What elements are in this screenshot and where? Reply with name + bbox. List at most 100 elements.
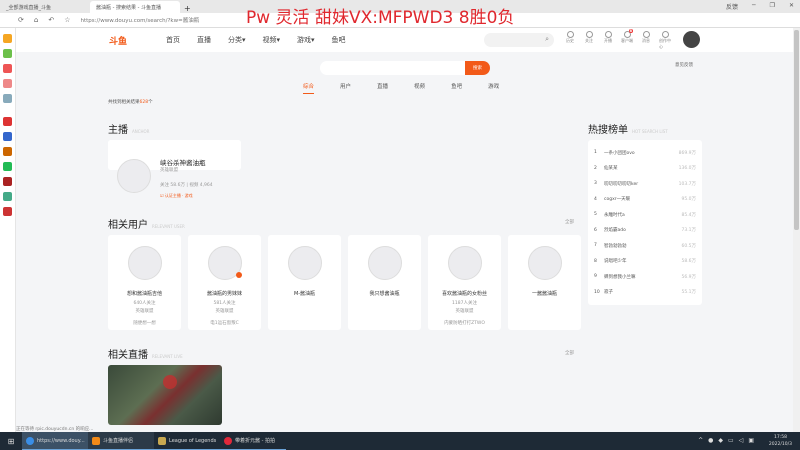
main-search-input[interactable]: 搜索: [320, 61, 490, 75]
tab-games[interactable]: 游戏: [488, 82, 499, 94]
hot-search-list: 1 一条小团团ovo 869.9万 2 仙某某 136.0万 3 叨叨叨叨叨叨ker 103…: [588, 140, 702, 305]
maximize-button[interactable]: ❐: [770, 2, 775, 11]
close-button[interactable]: ✕: [789, 2, 794, 11]
browser-tab-active[interactable]: 酱油瓶 - 搜索结果 - 斗鱼直播: [90, 1, 180, 13]
tab-all[interactable]: 综合: [303, 82, 315, 94]
hot-item[interactable]: 4 cogxr一天暖 95.0万: [594, 192, 696, 208]
app-icon[interactable]: [3, 64, 12, 73]
taskbar-item-browser[interactable]: https://www.douy...: [22, 432, 88, 450]
game-icon[interactable]: [3, 147, 12, 156]
system-tray: ^ ● ◆ ▭ ◁ ▣: [698, 437, 754, 444]
follow-button[interactable]: 关注: [583, 30, 595, 50]
wechat-icon[interactable]: [3, 49, 12, 58]
new-tab-button[interactable]: +: [180, 4, 195, 13]
hot-item[interactable]: 2 仙某某 136.0万: [594, 161, 696, 177]
live-more-link[interactable]: 全部: [565, 350, 574, 356]
game-icon[interactable]: [3, 132, 12, 141]
undo-icon[interactable]: ↶: [48, 16, 54, 24]
user-avatar: [127, 246, 162, 280]
client-button[interactable]: 客户端 8: [621, 28, 633, 50]
anchor-tag: ☑ 认证主播 · 游戏: [160, 193, 193, 198]
user-card[interactable]: 喜欢酱油瓶的女粉丝 1187人关注 英雄联盟 内蒙防晒打打ZTWO: [428, 235, 501, 330]
taskbar-item-lol[interactable]: League of Legends: [154, 432, 220, 450]
steam-icon[interactable]: ◆: [718, 437, 723, 444]
user-card[interactable]: 想和酱油瓶吉他 640人关注 英雄联盟 随便想一想: [108, 235, 181, 330]
hot-item[interactable]: 5 永雕时代a 85.4万: [594, 207, 696, 223]
client-badge: 8: [628, 28, 633, 33]
hot-item[interactable]: 10 寂子 55.1万: [594, 285, 696, 301]
nav-category[interactable]: 分类▾: [228, 35, 246, 45]
creator-icon: [661, 30, 669, 38]
nav-games[interactable]: 游戏▾: [297, 35, 315, 45]
nav-home[interactable]: 首页: [166, 35, 180, 45]
refresh-icon[interactable]: ⟳: [18, 16, 24, 24]
browser-sidebar: [0, 28, 16, 432]
anchor-avatar[interactable]: [117, 159, 151, 193]
search-button[interactable]: 搜索: [465, 61, 490, 75]
nav-video[interactable]: 视频▾: [263, 35, 281, 45]
user-avatar[interactable]: [683, 31, 700, 48]
game-icon[interactable]: [3, 177, 12, 186]
app-icon[interactable]: [3, 79, 12, 88]
hot-item[interactable]: 1 一条小团团ovo 869.9万: [594, 145, 696, 161]
favorites-icon[interactable]: [3, 34, 12, 43]
star-icon[interactable]: ☆: [64, 16, 70, 24]
users-more-link[interactable]: 全部: [565, 219, 574, 225]
anchor-card-body[interactable]: 峡谷杀神酱油瓶 英雄联盟: [108, 140, 241, 193]
hot-item[interactable]: 3 叨叨叨叨叨叨ker 103.7万: [594, 176, 696, 192]
hot-item[interactable]: 8 说唱吧少年 58.6万: [594, 254, 696, 270]
game-icon[interactable]: [3, 192, 12, 201]
user-avatar: [287, 246, 322, 280]
live-section-title: 相关直播 RELEVANT LIVE: [108, 350, 183, 361]
overlay-text: Pw 灵活 甜妹VX:MFPWD3 8胜0负: [246, 8, 515, 28]
douyu-logo[interactable]: 斗鱼: [109, 34, 141, 47]
tab-users[interactable]: 用户: [340, 82, 351, 94]
tab-live[interactable]: 直播: [377, 82, 388, 94]
message-button[interactable]: 消息: [640, 30, 652, 50]
system-clock[interactable]: 17:58 2022/10/3: [769, 434, 792, 448]
user-list: 想和酱油瓶吉他 640人关注 英雄联盟 随便想一想 酱油瓶的男妹妹 581人关注 英雄联盟…: [108, 235, 581, 330]
user-card[interactable]: M-酱油瓶: [268, 235, 341, 330]
game-icon[interactable]: [3, 207, 12, 216]
anchor-name[interactable]: 峡谷杀神酱油瓶: [160, 157, 206, 167]
url-input[interactable]: https://www.douyu.com/search/?kw=酱油瓶: [80, 16, 199, 24]
user-card[interactable]: 一酱酱油瓶: [508, 235, 581, 330]
tab-yuba[interactable]: 鱼吧: [451, 82, 462, 94]
creator-button[interactable]: 创作中心: [659, 30, 671, 50]
user-card[interactable]: 酱油瓶的男妹妹 581人关注 英雄联盟 电1运石窗叛C: [188, 235, 261, 330]
feedback-button[interactable]: 反馈: [726, 2, 738, 11]
network-icon[interactable]: ▭: [728, 437, 734, 444]
hot-item[interactable]: 9 蝉到想我小兰嘛 56.9万: [594, 269, 696, 285]
browser-tab[interactable]: _全部游戏直播_斗鱼: [0, 1, 90, 13]
taskbar-item-douyu[interactable]: 斗鱼直播伴侣: [88, 432, 154, 450]
taskbar-item-music[interactable]: 带着折元酱 - 拍拍: [220, 432, 286, 450]
game-icon[interactable]: [3, 117, 12, 126]
page-scrollbar[interactable]: [793, 28, 800, 432]
tray-expand-icon[interactable]: ^: [698, 437, 703, 444]
header-search-input[interactable]: ⌕: [484, 33, 554, 47]
result-count: 共找到相关结果628个: [108, 100, 153, 105]
feedback-link[interactable]: 意见反馈: [675, 62, 693, 68]
broadcast-button[interactable]: 开播: [602, 30, 614, 50]
user-avatar: [367, 246, 402, 280]
hot-item[interactable]: 6 烈焰霸ado 73.1万: [594, 223, 696, 239]
hot-item[interactable]: 7 智勃勃勃勃 60.5万: [594, 238, 696, 254]
message-icon: [642, 30, 650, 38]
minimize-button[interactable]: ─: [752, 2, 756, 11]
windows-taskbar: ⊞ https://www.douy... 斗鱼直播伴侣 League of L…: [0, 432, 800, 450]
microphone-icon[interactable]: ●: [708, 437, 713, 444]
nav-yuba[interactable]: 鱼吧: [332, 35, 346, 45]
tab-video[interactable]: 视频: [414, 82, 425, 94]
search-icon[interactable]: ⌕: [545, 35, 549, 44]
live-thumbnail[interactable]: [108, 365, 222, 425]
game-icon[interactable]: [3, 162, 12, 171]
windows-start-icon[interactable]: ⊞: [0, 437, 22, 446]
volume-icon[interactable]: ◁: [739, 437, 744, 444]
nav-live[interactable]: 直播: [197, 35, 211, 45]
app-icon[interactable]: [3, 94, 12, 103]
user-card[interactable]: 我只想酱油瓶: [348, 235, 421, 330]
notification-icon[interactable]: ▣: [748, 437, 754, 444]
anchor-stats: 关注 58.6万 | 视频 4,964: [160, 183, 213, 188]
home-icon[interactable]: ⌂: [34, 16, 38, 24]
history-button[interactable]: 历史: [564, 30, 576, 50]
